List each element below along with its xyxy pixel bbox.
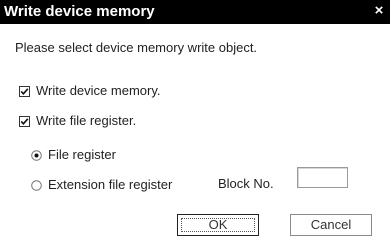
prompt-text: Please select device memory write object… xyxy=(15,40,258,55)
cancel-button[interactable]: Cancel xyxy=(290,214,372,236)
ok-button-label: OK xyxy=(208,217,228,232)
checkbox-label: Write device memory. xyxy=(36,83,161,99)
cancel-button-label: Cancel xyxy=(310,217,352,232)
block-no-input[interactable] xyxy=(297,167,348,188)
file-register-radio[interactable]: File register xyxy=(31,146,116,162)
radio-unselected-icon[interactable] xyxy=(31,179,42,191)
write-device-memory-dialog: Write device memory × Please select devi… xyxy=(0,0,390,243)
write-file-register-checkbox[interactable]: Write file register. xyxy=(19,112,136,128)
block-no-label: Block No. xyxy=(218,176,274,191)
checkbox-checked-icon[interactable] xyxy=(19,115,30,128)
ok-button[interactable]: OK xyxy=(177,214,259,236)
close-icon[interactable]: × xyxy=(372,2,386,20)
radio-label: Extension file register xyxy=(48,177,173,193)
radio-selected-icon[interactable] xyxy=(31,149,42,161)
write-device-memory-checkbox[interactable]: Write device memory. xyxy=(19,82,161,98)
checkbox-checked-icon[interactable] xyxy=(19,85,30,98)
radio-label: File register xyxy=(48,147,116,163)
checkbox-label: Write file register. xyxy=(36,113,137,129)
window-title: Write device memory xyxy=(4,3,155,20)
title-bar[interactable]: Write device memory × xyxy=(0,0,390,24)
extension-file-register-radio[interactable]: Extension file register xyxy=(31,176,172,192)
